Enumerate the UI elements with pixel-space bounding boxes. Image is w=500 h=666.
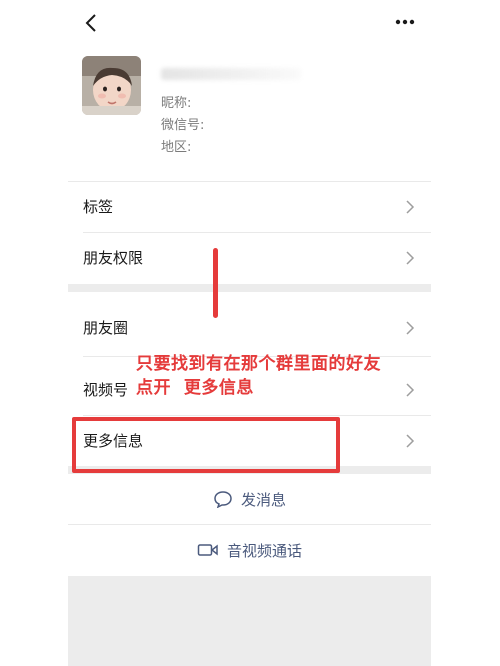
av-call-button[interactable]: 音视频通话 [68, 525, 431, 575]
row-moments-label: 朋友圈 [83, 319, 129, 337]
section-gap [68, 284, 431, 292]
chevron-right-icon [406, 383, 415, 397]
chevron-right-icon [406, 251, 415, 265]
region-label: 地区: [161, 140, 192, 155]
annotation-highlight-box [72, 417, 340, 473]
back-button[interactable] [80, 12, 102, 34]
ellipsis-icon [395, 19, 415, 25]
chevron-right-icon [406, 434, 415, 448]
row-moments[interactable]: 朋友圈 [68, 303, 431, 353]
video-camera-icon [197, 544, 218, 556]
chevron-right-icon [406, 200, 415, 214]
annotation-line [213, 248, 218, 318]
row-tags[interactable]: 标签 [68, 182, 431, 232]
nickname-label: 昵称: [161, 96, 192, 111]
send-message-button[interactable]: 发消息 [68, 474, 431, 524]
top-bar [68, 0, 431, 44]
send-message-label: 发消息 [240, 490, 286, 509]
chevron-right-icon [406, 321, 415, 335]
annotation-text: 只要找到有在那个群里面的好友 点开 更多信息 [136, 352, 381, 400]
profile-header: 昵称: 微信号: 地区: [68, 48, 431, 180]
chevron-left-icon [85, 14, 96, 32]
chat-bubble-icon [214, 491, 232, 508]
display-name-redacted [161, 68, 301, 80]
row-tags-label: 标签 [83, 198, 114, 216]
avatar-photo-icon [82, 56, 141, 115]
contact-profile-screen: 昵称: 微信号: 地区: 标签 朋友权限 朋友圈 视频号 更多信息 发消息 音视… [68, 0, 431, 666]
annotation-line-2: 点开 更多信息 [136, 378, 254, 398]
annotation-line-1: 只要找到有在那个群里面的好友 [136, 354, 381, 374]
row-channels-label: 视频号 [83, 381, 129, 399]
bottom-empty-area [68, 576, 431, 666]
row-friend-permissions-label: 朋友权限 [83, 249, 144, 267]
wechat-id-label: 微信号: [161, 118, 205, 133]
av-call-label: 音视频通话 [226, 541, 302, 560]
more-options-button[interactable] [393, 14, 417, 30]
avatar[interactable] [82, 56, 141, 115]
row-friend-permissions[interactable]: 朋友权限 [68, 233, 431, 283]
